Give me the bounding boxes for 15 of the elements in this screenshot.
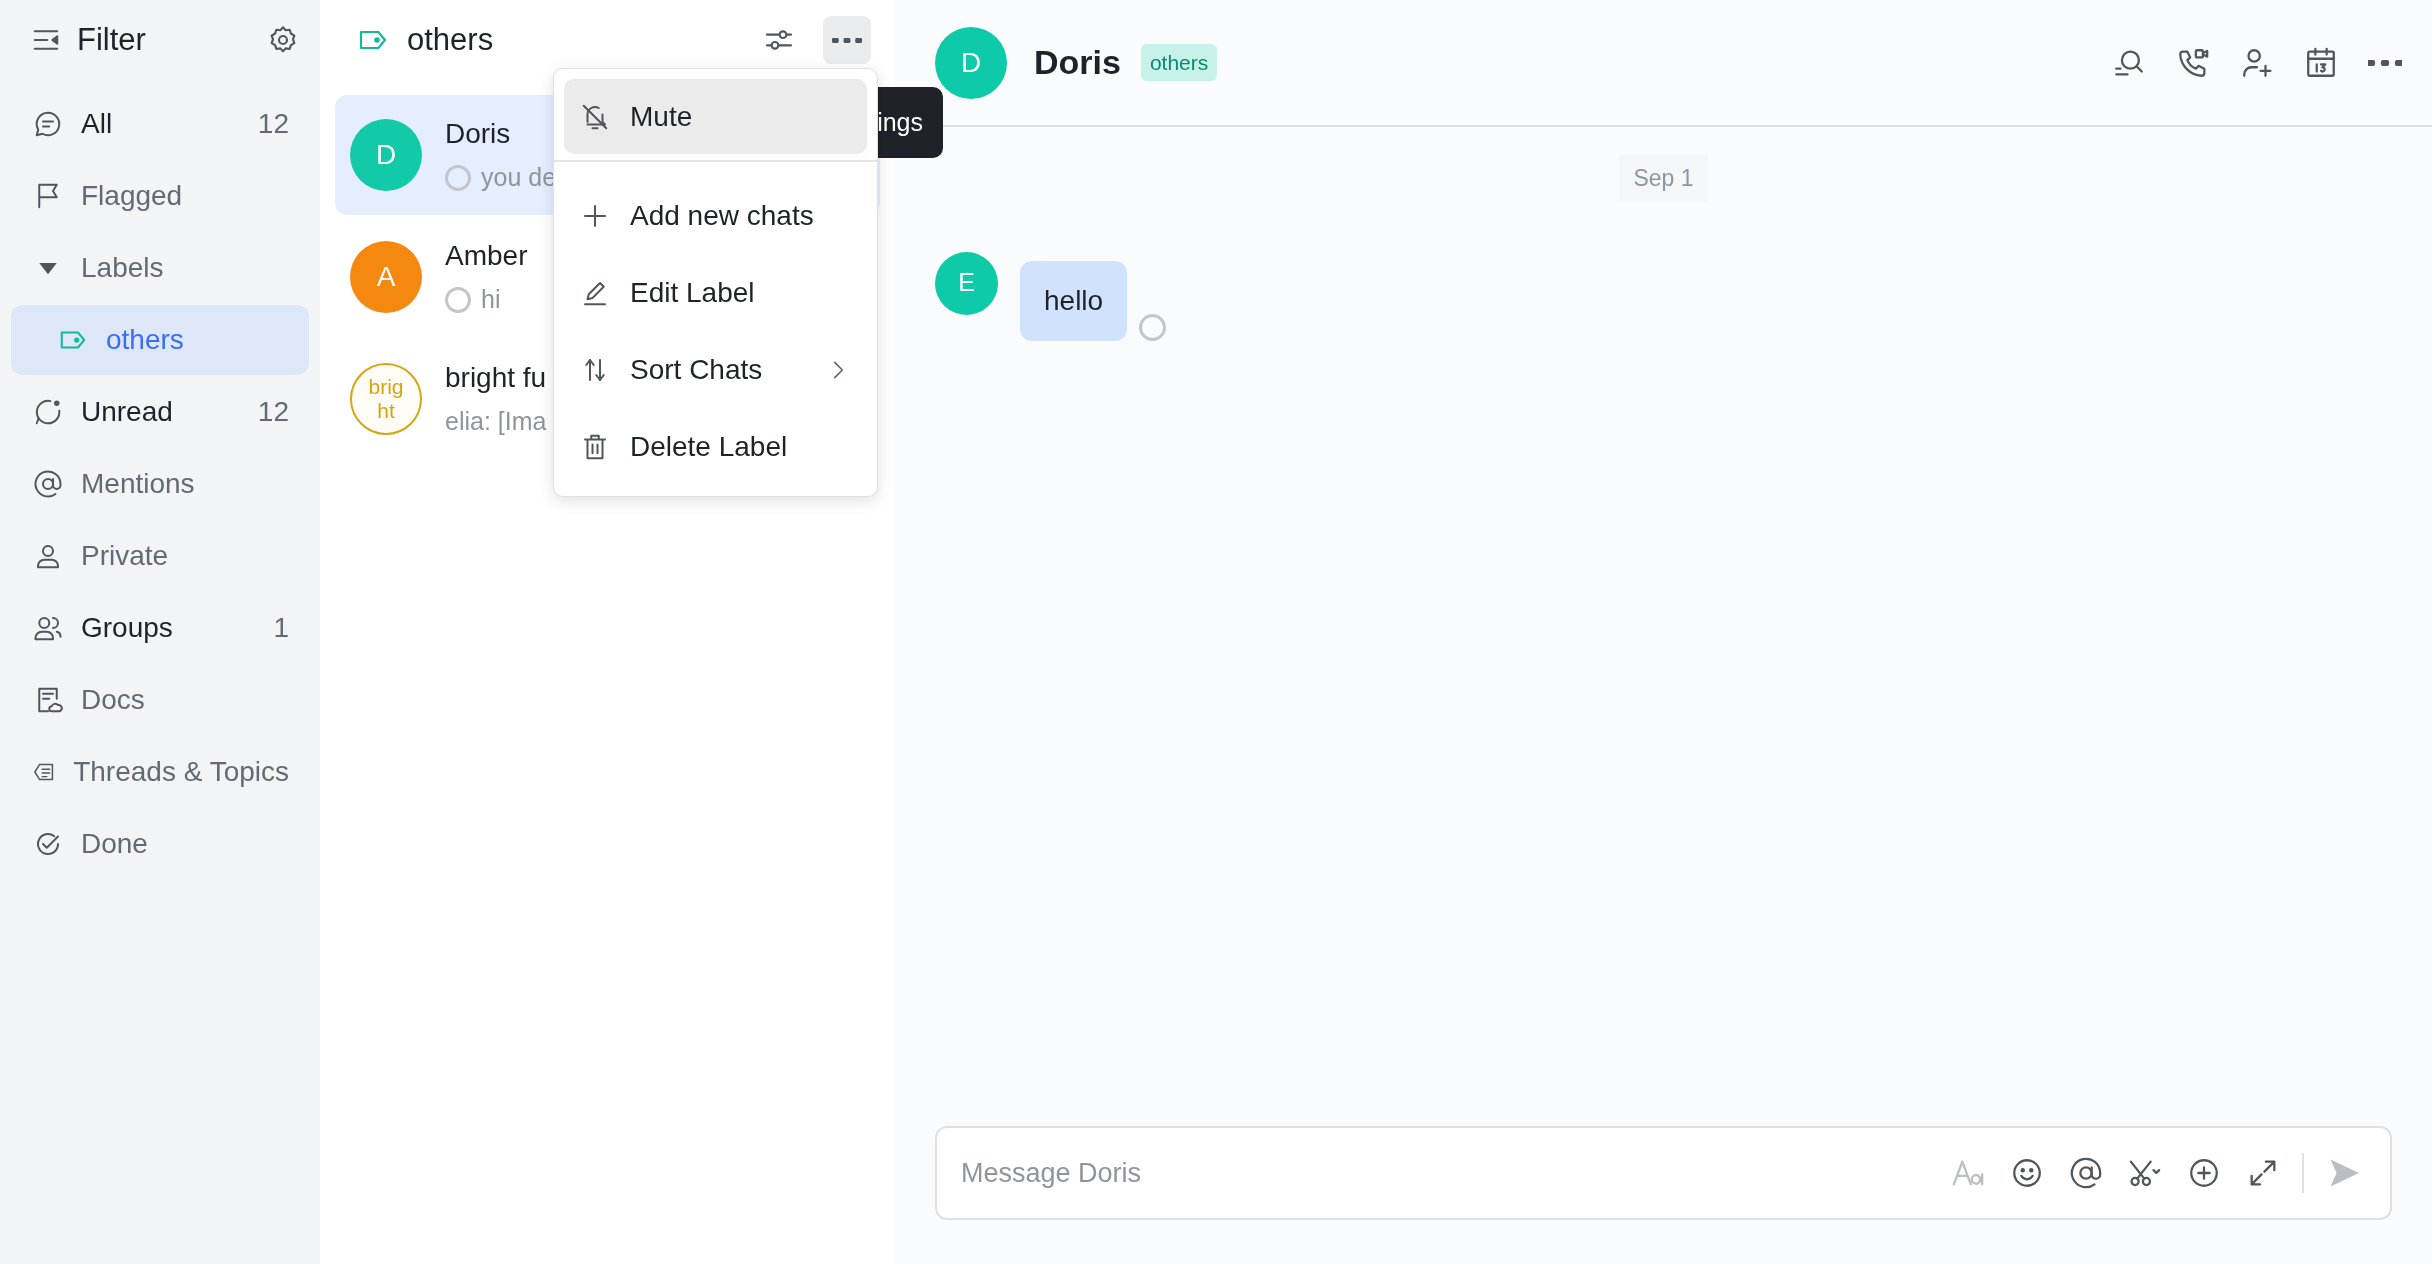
chat-name: Doris: [445, 117, 512, 152]
avatar: D: [935, 26, 1007, 99]
chat-preview: elia: [Ima: [445, 406, 547, 438]
chat-name: Amber: [445, 239, 528, 274]
avatar: brig ht: [350, 363, 422, 435]
list-title: others: [407, 20, 495, 59]
message-bubble: hello: [1020, 260, 1128, 341]
chat-title: Doris: [1034, 42, 1121, 83]
chat-name: bright fu: [445, 361, 547, 396]
sidebar-title: Filter: [77, 20, 147, 59]
chat-preview: hi: [481, 284, 501, 316]
avatar: A: [350, 241, 422, 313]
avatar: E: [935, 251, 998, 315]
avatar: D: [350, 119, 422, 191]
label-tag: others: [1140, 43, 1218, 82]
